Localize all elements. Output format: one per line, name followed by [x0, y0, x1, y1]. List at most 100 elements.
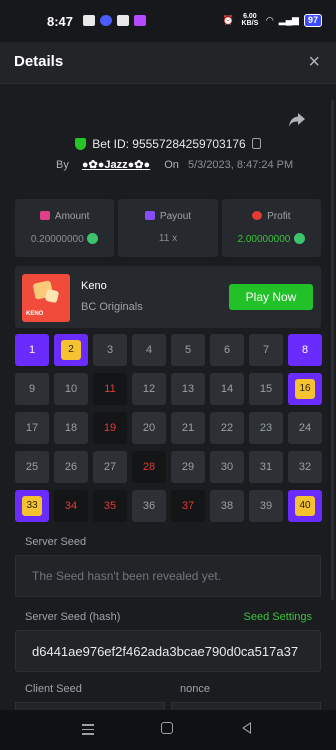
alarm-icon: ⏰ — [222, 14, 234, 25]
keno-tile: 10 — [54, 373, 88, 405]
keno-tile: 23 — [249, 412, 283, 444]
payout-value: 11 x — [158, 233, 178, 244]
server-seed-placeholder: The Seed hasn't been revealed yet. — [32, 569, 222, 583]
bet-date: 5/3/2023, 8:47:24 PM — [187, 159, 294, 171]
keno-tile: 1 — [15, 334, 49, 366]
details-header: Details × — [0, 42, 336, 84]
keno-tile: 18 — [54, 412, 88, 444]
keno-tile: 27 — [93, 451, 127, 483]
recent-apps-icon[interactable] — [82, 724, 94, 738]
keno-tile: 11 — [93, 373, 127, 405]
keno-tile: 8 — [288, 334, 322, 366]
keno-tile: 19 — [93, 412, 127, 444]
seed-settings-link[interactable]: Seed Settings — [244, 611, 313, 623]
game-name: Keno — [81, 280, 107, 292]
keno-tile: 3 — [93, 334, 127, 366]
amount-icon — [39, 211, 50, 220]
system-nav-bar — [0, 710, 336, 750]
close-icon[interactable]: × — [308, 51, 320, 74]
keno-tile: 32 — [288, 451, 322, 483]
home-button-icon[interactable] — [161, 722, 173, 734]
keno-tile: 4 — [132, 334, 166, 366]
profit-label: Profit — [267, 211, 291, 222]
keno-tile: 22 — [210, 412, 244, 444]
app-icon — [134, 15, 146, 26]
keno-tile: 31 — [249, 451, 283, 483]
keno-tile: 28 — [132, 451, 166, 483]
bet-byline: By ●✿●Jazz●✿● On 5/3/2023, 8:47:24 PM — [56, 158, 293, 171]
keno-tile: 29 — [171, 451, 205, 483]
network-speed: 6.00 KB/S — [241, 13, 259, 27]
keno-tile: 39 — [249, 490, 283, 522]
coin-icon — [87, 233, 99, 244]
keno-tile: 26 — [54, 451, 88, 483]
payout-icon — [144, 211, 155, 220]
keno-tile: 38 — [210, 490, 244, 522]
server-seed-hash-field[interactable]: d6441ae976ef2f462ada3bcae790d0ca517a37 — [15, 630, 321, 672]
game-card: KENO Keno BC Originals Play Now — [15, 266, 321, 328]
keno-tile: 40 — [288, 490, 322, 522]
keno-tile: 34 — [54, 490, 88, 522]
nonce-label: nonce — [180, 683, 210, 695]
bet-id-row: Bet ID: 95557284259703176 — [0, 137, 336, 151]
keno-tile: 30 — [210, 451, 244, 483]
play-now-button[interactable]: Play Now — [229, 284, 313, 310]
keno-tile: 16 — [288, 373, 322, 405]
scrollbar[interactable] — [331, 100, 334, 600]
home-icon — [117, 15, 129, 26]
app-icon — [100, 15, 112, 26]
keno-tile: 25 — [15, 451, 49, 483]
notification-icon — [83, 15, 95, 26]
battery-icon: 97 — [303, 13, 322, 27]
keno-tile: 24 — [288, 412, 322, 444]
payout-label: Payout — [159, 211, 192, 222]
game-provider: BC Originals — [81, 301, 143, 313]
keno-tile: 9 — [15, 373, 49, 405]
amount-label: Amount — [54, 211, 90, 222]
keno-tile: 33 — [15, 490, 49, 522]
bet-stats: Amount 0.20000000 Payout 11 x Profit 2.0… — [15, 199, 321, 257]
server-seed-label: Server Seed — [25, 536, 87, 548]
keno-tile: 13 — [171, 373, 205, 405]
profit-value: 2.00000000 — [237, 234, 291, 245]
server-seed-field[interactable]: The Seed hasn't been revealed yet. — [15, 555, 321, 597]
status-bar: 8:47 ⏰ 6.00 KB/S ◠ ▂▄▆ 97 — [0, 0, 336, 42]
keno-tile: 20 — [132, 412, 166, 444]
copy-icon[interactable] — [251, 138, 261, 149]
keno-tile: 2 — [54, 334, 88, 366]
share-icon[interactable] — [288, 112, 306, 128]
on-label: On — [164, 159, 179, 171]
back-icon[interactable] — [242, 722, 251, 734]
payout-card: Payout 11 x — [118, 199, 218, 257]
verified-shield-icon — [75, 138, 87, 150]
keno-tile: 12 — [132, 373, 166, 405]
tile-number: 16 — [295, 379, 315, 399]
keno-tile: 36 — [132, 490, 166, 522]
keno-tile: 15 — [249, 373, 283, 405]
keno-tile: 7 — [249, 334, 283, 366]
keno-tile: 21 — [171, 412, 205, 444]
keno-tile: 14 — [210, 373, 244, 405]
tile-number: 33 — [22, 496, 42, 516]
page-title: Details — [14, 53, 64, 70]
coin-icon — [294, 233, 306, 244]
amount-value: 0.20000000 — [30, 234, 84, 245]
signal-icon: ▂▄▆ — [278, 14, 299, 25]
keno-tile: 37 — [171, 490, 205, 522]
profit-card: Profit 2.00000000 — [221, 199, 321, 257]
bet-id: Bet ID: 95557284259703176 — [92, 137, 246, 151]
keno-thumbnail[interactable]: KENO — [22, 274, 70, 322]
keno-tile: 17 — [15, 412, 49, 444]
keno-tile: 5 — [171, 334, 205, 366]
status-time: 8:47 — [47, 14, 74, 29]
keno-tile: 35 — [93, 490, 127, 522]
tile-number: 2 — [61, 340, 81, 360]
thumb-label: KENO — [26, 311, 44, 317]
tile-number: 40 — [295, 496, 315, 516]
server-seed-hash-value: d6441ae976ef2f462ada3bcae790d0ca517a37 — [32, 644, 299, 659]
amount-card: Amount 0.20000000 — [15, 199, 115, 257]
server-seed-hash-label: Server Seed (hash) — [25, 611, 121, 623]
wifi-icon: ◠ — [265, 14, 274, 25]
by-label: By — [56, 159, 69, 171]
username-link[interactable]: ●✿●Jazz●✿● — [82, 159, 150, 171]
